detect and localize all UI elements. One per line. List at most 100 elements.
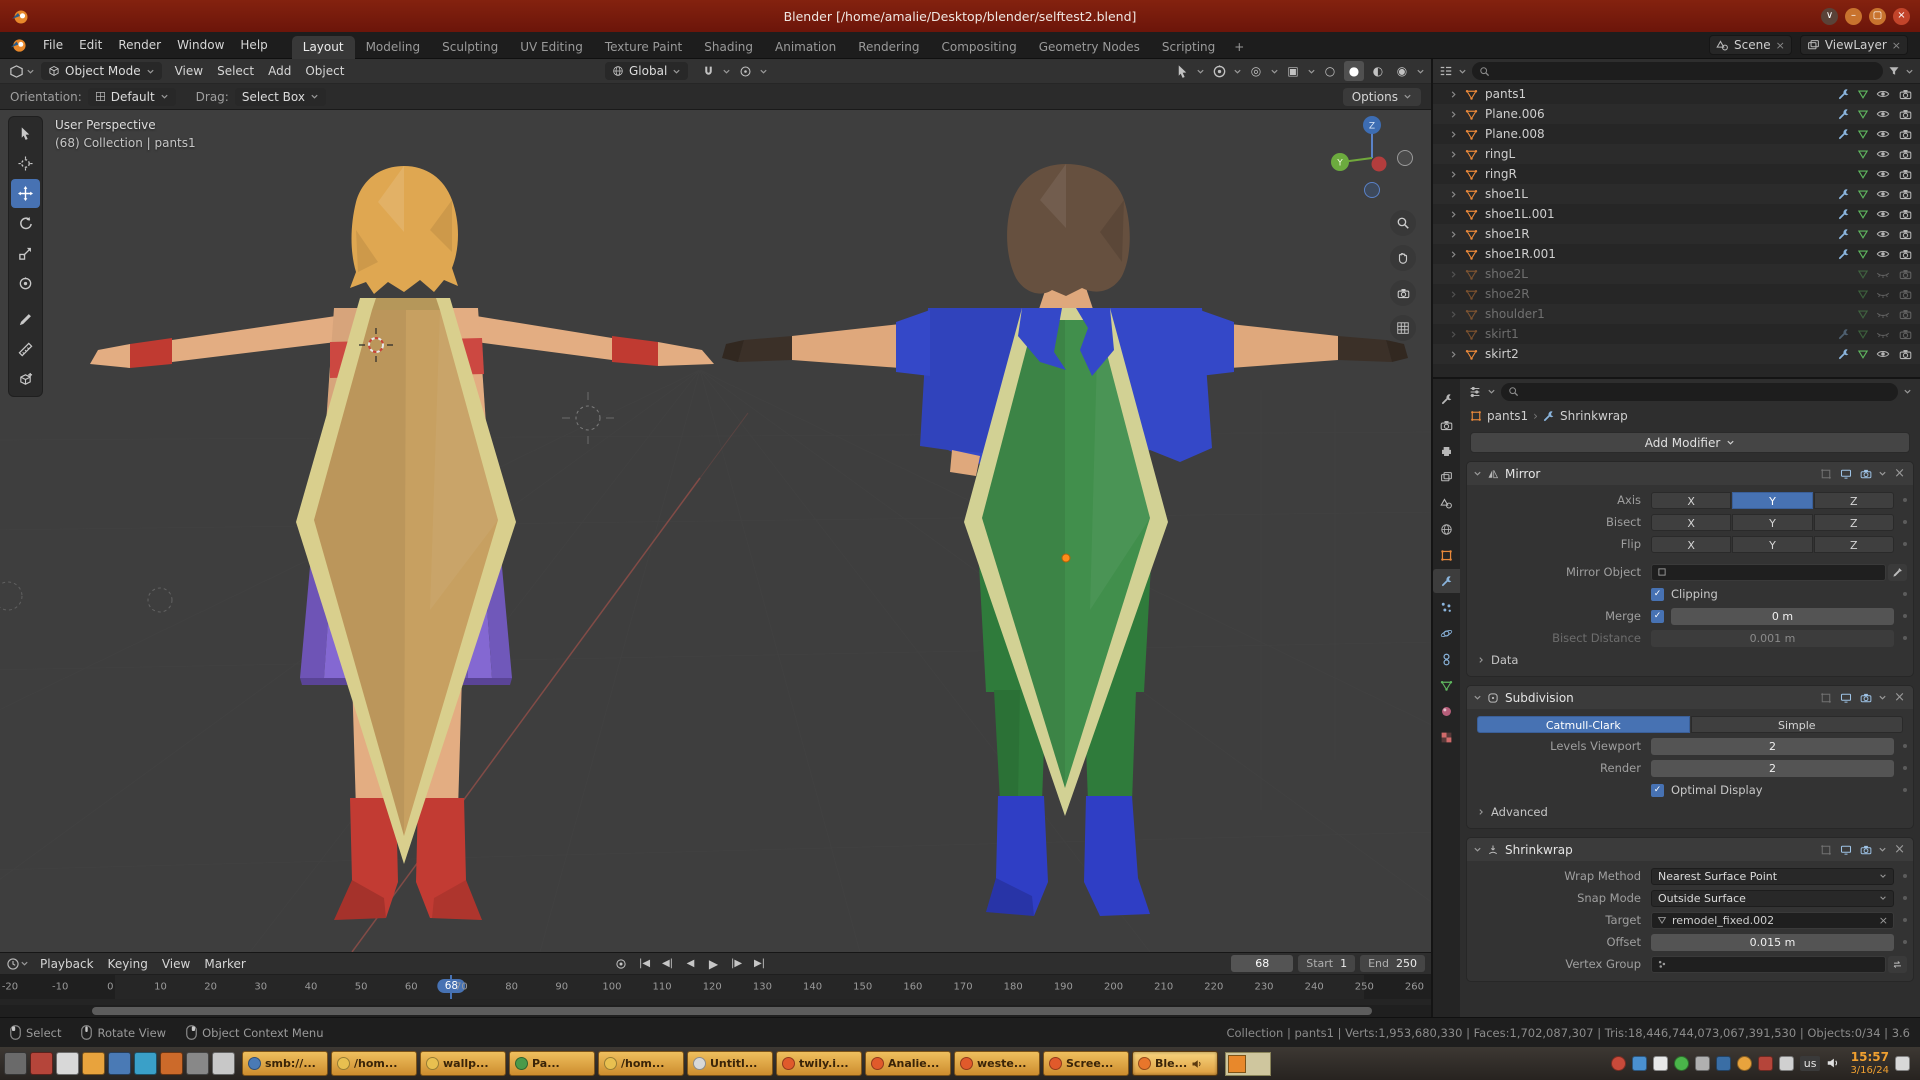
transform-orientation-dropdown[interactable]: Global — [605, 62, 688, 80]
eye-closed-icon[interactable] — [1874, 267, 1892, 281]
filter-icon[interactable] — [1888, 65, 1900, 77]
edit-mode-display-toggle[interactable] — [1818, 692, 1833, 704]
properties-tab-view-layer[interactable] — [1433, 465, 1460, 489]
prev-keyframe-button[interactable]: ◀| — [657, 955, 678, 973]
properties-tab-modifiers[interactable] — [1433, 569, 1460, 593]
xray-icon[interactable]: ▣ — [1283, 61, 1303, 81]
overlays-icon[interactable]: ◎ — [1246, 61, 1266, 81]
switch-view-button[interactable] — [1390, 315, 1416, 341]
eye-open-icon[interactable] — [1874, 187, 1892, 201]
render-visibility-icon[interactable] — [1896, 268, 1914, 281]
offset-field[interactable]: 0.015 m — [1651, 934, 1894, 951]
tab-texture-paint[interactable]: Texture Paint — [594, 36, 693, 59]
snap-magnet-toggle[interactable] — [698, 61, 718, 81]
mode-dropdown[interactable]: Object Mode — [41, 62, 162, 80]
eyedropper-button[interactable] — [1888, 564, 1907, 581]
eye-open-icon[interactable] — [1874, 127, 1892, 141]
camera-view-button[interactable] — [1390, 280, 1416, 306]
shading-solid-icon[interactable]: ● — [1344, 61, 1364, 81]
tray-icon-8[interactable] — [1758, 1056, 1773, 1071]
taskbar-window--hom-[interactable]: /hom... — [331, 1051, 417, 1076]
tab-compositing[interactable]: Compositing — [930, 36, 1027, 59]
tab-geometry-nodes[interactable]: Geometry Nodes — [1028, 36, 1151, 59]
menu-window[interactable]: Window — [169, 32, 232, 59]
properties-tab-tool[interactable] — [1433, 387, 1460, 411]
simple-button[interactable]: Simple — [1691, 716, 1904, 733]
flip-y-button[interactable]: Y — [1732, 536, 1812, 553]
eye-open-icon[interactable] — [1874, 227, 1892, 241]
timeline-menu-keying[interactable]: Keying — [101, 953, 155, 975]
play-reverse-button[interactable]: ◀ — [680, 955, 701, 973]
bisect-distance-field[interactable]: 0.001 m — [1651, 630, 1894, 647]
flip-z-button[interactable]: Z — [1814, 536, 1894, 553]
tool-cursor[interactable] — [11, 149, 40, 178]
orientation-setting-dropdown[interactable]: Default — [88, 88, 176, 106]
expand-icon[interactable] — [1449, 270, 1460, 279]
shading-dropdown-icon[interactable] — [1416, 67, 1425, 76]
mirror-axis-y-button[interactable]: Y — [1732, 492, 1812, 509]
expand-icon[interactable] — [1449, 170, 1460, 179]
clipping-checkbox[interactable]: ✓ — [1651, 588, 1664, 601]
expand-icon[interactable] — [1449, 190, 1460, 199]
properties-tab-object-data[interactable] — [1433, 673, 1460, 697]
eye-closed-icon[interactable] — [1874, 327, 1892, 341]
keyboard-layout-indicator[interactable]: us — [1800, 1056, 1821, 1071]
tray-icon-1[interactable] — [1611, 1056, 1626, 1071]
outliner-item-shoe1R.001[interactable]: shoe1R.001 — [1433, 244, 1920, 264]
tool-scale[interactable] — [11, 239, 40, 268]
launcher-icon-6[interactable] — [134, 1052, 157, 1075]
scene-selector[interactable]: Scene × — [1709, 35, 1792, 55]
render-visibility-icon[interactable] — [1896, 288, 1914, 301]
outliner-search-input[interactable] — [1472, 62, 1883, 80]
proportional-editing-toggle[interactable] — [735, 61, 755, 81]
render-visibility-icon[interactable] — [1896, 228, 1914, 241]
eye-open-icon[interactable] — [1874, 107, 1892, 121]
gizmos-icon[interactable] — [1209, 61, 1229, 81]
render-visibility-icon[interactable] — [1896, 348, 1914, 361]
shrinkwrap-panel-header[interactable]: Shrinkwrap × — [1467, 838, 1913, 861]
outliner-item-ringL[interactable]: ringL — [1433, 144, 1920, 164]
taskbar-window-twily-i-[interactable]: twily.i... — [776, 1051, 862, 1076]
launcher-icon-8[interactable] — [186, 1052, 209, 1075]
render-visibility-icon[interactable] — [1896, 88, 1914, 101]
mirror-object-field[interactable] — [1651, 564, 1886, 581]
data-subpanel-header[interactable]: Data — [1467, 649, 1913, 670]
wrap-method-dropdown[interactable]: Nearest Surface Point — [1651, 868, 1894, 885]
properties-tab-physics[interactable] — [1433, 621, 1460, 645]
viewport-menu-object[interactable]: Object — [298, 59, 351, 84]
viewport-menu-add[interactable]: Add — [261, 59, 298, 84]
edit-mode-display-toggle[interactable] — [1818, 844, 1833, 856]
close-icon[interactable]: × — [1892, 842, 1907, 857]
timeline-menu-marker[interactable]: Marker — [197, 953, 252, 975]
render-visibility-icon[interactable] — [1896, 148, 1914, 161]
launcher-icon-1[interactable] — [4, 1052, 27, 1075]
window-maximize-button[interactable]: ▢ — [1869, 8, 1886, 25]
eye-open-icon[interactable] — [1874, 167, 1892, 181]
chevron-down-icon[interactable] — [1307, 67, 1316, 76]
breadcrumb-modifier[interactable]: Shrinkwrap — [1560, 409, 1628, 423]
desktop-pager[interactable] — [1225, 1052, 1271, 1076]
tray-icon-3[interactable] — [1653, 1056, 1668, 1071]
chevron-down-icon[interactable] — [1233, 67, 1242, 76]
tray-icon-6[interactable] — [1716, 1056, 1731, 1071]
render-display-toggle[interactable] — [1858, 692, 1873, 704]
3d-viewport[interactable]: User Perspective (68) Collection | pants… — [0, 110, 1431, 952]
properties-tab-scene[interactable] — [1433, 491, 1460, 515]
chevron-down-icon[interactable] — [1270, 67, 1279, 76]
taskbar-window-Untitl-[interactable]: Untitl... — [687, 1051, 773, 1076]
render-visibility-icon[interactable] — [1896, 308, 1914, 321]
taskbar-window--hom-[interactable]: /hom... — [598, 1051, 684, 1076]
modifier-extras-menu[interactable] — [1878, 693, 1887, 702]
merge-checkbox[interactable]: ✓ — [1651, 610, 1664, 623]
frame-end-field[interactable]: End250 — [1360, 955, 1425, 972]
modifier-extras-menu[interactable] — [1878, 469, 1887, 478]
editor-type-button[interactable] — [6, 61, 26, 81]
outliner-item-skirt2[interactable]: skirt2 — [1433, 344, 1920, 364]
tool-rotate[interactable] — [11, 209, 40, 238]
eye-closed-icon[interactable] — [1874, 307, 1892, 321]
tab-shading[interactable]: Shading — [693, 36, 764, 59]
play-button[interactable]: ▶ — [703, 955, 724, 973]
close-icon[interactable]: × — [1892, 466, 1907, 481]
tray-icon-7[interactable] — [1737, 1056, 1752, 1071]
render-visibility-icon[interactable] — [1896, 248, 1914, 261]
